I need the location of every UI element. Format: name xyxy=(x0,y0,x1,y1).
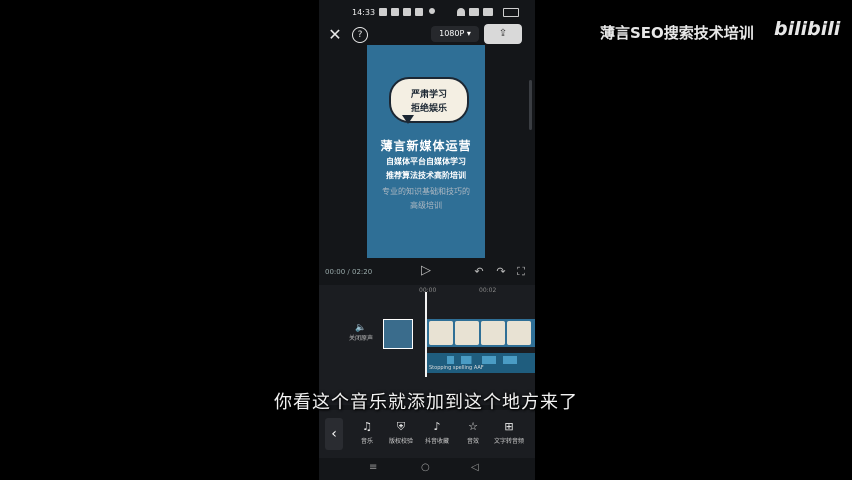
time-display: 00:00 / 02:20 xyxy=(325,268,372,276)
close-icon[interactable]: ✕ xyxy=(327,27,343,43)
toolbar-item-douyin-favorites[interactable]: ♪ 抖音收藏 xyxy=(421,420,453,445)
toolbar-item-label: 音乐 xyxy=(360,438,373,445)
music-waveform xyxy=(447,356,517,364)
total-time: 02:20 xyxy=(352,268,373,276)
music-icon: ♫ xyxy=(362,420,372,433)
toolbar-item-music[interactable]: ♫ 音乐 xyxy=(351,420,383,445)
speaker-icon: 🔈 xyxy=(355,323,367,333)
shield-icon: ⛨ xyxy=(396,420,406,433)
notification-icon xyxy=(391,8,399,16)
bubble-text-line2: 拒绝娱乐 xyxy=(410,104,447,114)
nav-back-icon[interactable]: ◁ xyxy=(471,462,479,473)
current-time: 00:00 xyxy=(325,268,346,276)
channel-watermark: 薄言SEO搜索技术培训 xyxy=(600,24,754,42)
bubble-tail xyxy=(402,115,414,124)
video-clip[interactable] xyxy=(427,319,535,347)
cover-thumbnail[interactable] xyxy=(383,319,413,349)
resolution-dropdown[interactable]: 1080P ▾ xyxy=(431,26,479,42)
help-icon[interactable]: ? xyxy=(352,27,368,43)
music-track[interactable]: Stopping spelling AAF xyxy=(427,353,535,373)
notification-icon xyxy=(415,8,423,16)
tiktok-icon: ♪ xyxy=(433,420,441,433)
clip-frame xyxy=(455,321,479,345)
toolbar-item-sound-effects[interactable]: ☆ 音效 xyxy=(457,420,489,445)
poster-line: 高级培训 xyxy=(410,201,442,210)
status-dot-icon xyxy=(429,8,435,14)
back-icon[interactable]: ‹ xyxy=(325,418,343,450)
export-button[interactable]: ⇪ xyxy=(484,24,522,44)
undo-icon[interactable]: ↶ xyxy=(473,266,485,278)
wifi-icon xyxy=(457,8,465,16)
timeline[interactable]: 00:00 00:02 🔈 关闭原声 Stopping spelling AAF xyxy=(319,285,535,405)
play-icon[interactable]: ▷ xyxy=(419,264,433,277)
poster-line: 专业的知识基础和技巧的 xyxy=(382,187,470,196)
music-track-label: Stopping spelling AAF xyxy=(429,365,484,371)
toolbar-item-label: 版权校验 xyxy=(388,438,413,445)
notification-icon xyxy=(403,8,411,16)
ruler-mark: 00:02 xyxy=(479,287,497,294)
status-time: 14:33 xyxy=(352,8,376,17)
toolbar-item-copyright-check[interactable]: ⛨ 版权校验 xyxy=(385,420,417,445)
audio-toolbar: ‹ ♫ 音乐 ⛨ 版权校验 ♪ 抖音收藏 ☆ 音效 ⊞ 文字转音频 xyxy=(319,410,535,458)
home-icon[interactable]: ○ xyxy=(421,462,430,473)
signal-icon xyxy=(469,8,479,16)
bilibili-logo: bilibili xyxy=(774,18,841,40)
ruler-mark: 00:00 xyxy=(419,287,437,294)
status-bar: 14:33 xyxy=(319,0,535,24)
toolbar-item-text-to-audio[interactable]: ⊞ 文字转音频 xyxy=(493,420,525,445)
star-icon: ☆ xyxy=(468,420,478,433)
fullscreen-icon[interactable]: ⛶ xyxy=(515,266,527,278)
toolbar-item-label: 抖音收藏 xyxy=(424,438,449,445)
mute-original-audio-button[interactable]: 🔈 关闭原声 xyxy=(343,323,379,342)
mute-original-label: 关闭原声 xyxy=(348,335,373,342)
poster-line: 推荐算法技术高阶培训 xyxy=(386,171,466,180)
poster-line: 自媒体平台自媒体学习 xyxy=(386,157,466,166)
preview-scrollbar[interactable] xyxy=(529,80,532,130)
toolbar-item-label: 音效 xyxy=(466,438,479,445)
playhead[interactable] xyxy=(425,292,427,377)
text-audio-icon: ⊞ xyxy=(504,420,514,433)
menu-icon[interactable]: ≡ xyxy=(369,462,377,473)
video-preview[interactable]: 严肃学习 拒绝娱乐 薄言新媒体运营 自媒体平台自媒体学习 推荐算法技术高阶培训 … xyxy=(367,45,485,258)
notification-icon xyxy=(379,8,387,16)
speech-bubble: 严肃学习 拒绝娱乐 xyxy=(389,77,469,123)
battery-icon xyxy=(503,8,519,17)
clip-frame xyxy=(507,321,531,345)
system-nav-bar: ≡ ○ ◁ xyxy=(319,458,535,480)
toolbar-item-label: 文字转音频 xyxy=(493,438,524,445)
poster-title: 薄言新媒体运营 xyxy=(380,139,472,153)
signal-icon xyxy=(483,8,493,16)
clip-frame xyxy=(429,321,453,345)
video-subtitle: 你看这个音乐就添加到这个地方来了 xyxy=(274,392,578,413)
bubble-text-line1: 严肃学习 xyxy=(410,90,447,100)
clip-frame xyxy=(481,321,505,345)
redo-icon[interactable]: ↷ xyxy=(495,266,507,278)
